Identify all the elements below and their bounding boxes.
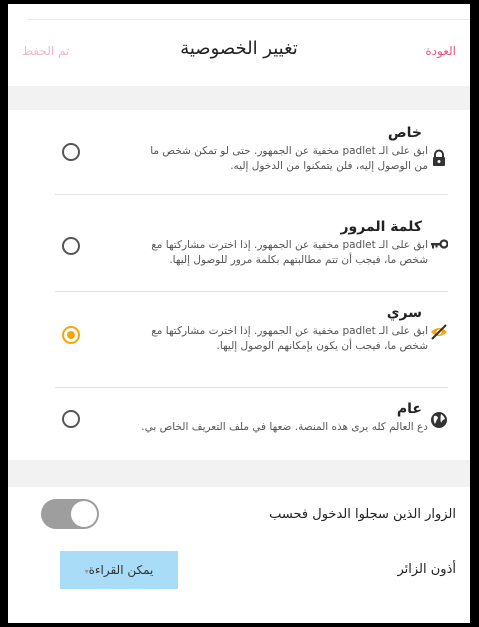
privacy-option-private[interactable]: خاص ابق على الـ padlet مخفية عن الجمهور.… <box>55 124 448 174</box>
radio-password[interactable] <box>62 237 80 255</box>
option-title: سري <box>386 305 422 321</box>
option-description: ابق على الـ padlet مخفية عن الجمهور. إذا… <box>55 324 448 354</box>
globe-icon <box>430 411 448 429</box>
option-description-line: من الوصول إليه، فلن يتمكنوا من الدخول إل… <box>230 160 428 172</box>
option-divider <box>55 387 448 388</box>
privacy-option-password[interactable]: كلمة المرور ابق على الـ padlet مخفية عن … <box>55 218 449 268</box>
dialog-title: تغيير الخصوصية <box>180 38 298 59</box>
option-title: خاص <box>387 125 422 141</box>
option-title: كلمة المرور <box>340 219 422 235</box>
radio-private[interactable] <box>62 143 80 161</box>
option-description-line: ابق على الـ padlet مخفية عن الجمهور. حتى… <box>150 145 428 157</box>
option-description-line: ابق على الـ padlet مخفية عن الجمهور. إذا… <box>151 239 428 251</box>
privacy-option-public[interactable]: عام دع العالم كله يرى هذه المنصة. ضعها ف… <box>55 400 448 435</box>
option-divider <box>55 194 448 195</box>
login-only-toggle[interactable] <box>41 499 99 529</box>
visitor-permissions-value: يمكن القراءة <box>88 563 154 577</box>
section-divider <box>8 460 470 487</box>
option-description-line: ابق على الـ padlet مخفية عن الجمهور. إذا… <box>151 325 428 337</box>
option-divider <box>55 291 448 292</box>
saved-status: تم الحفظ <box>22 44 70 58</box>
option-description-line: شخص ما، فيجب أن يكون بإمكانهم الوصول إلي… <box>216 340 428 352</box>
dialog-header: العودة تغيير الخصوصية تم الحفظ <box>8 20 470 86</box>
radio-secret[interactable] <box>62 326 80 344</box>
key-icon <box>430 235 449 253</box>
eye-off-icon <box>430 323 448 341</box>
section-divider <box>8 86 470 110</box>
toggle-knob <box>71 501 97 527</box>
lock-icon <box>430 149 448 167</box>
option-title: عام <box>396 401 422 417</box>
option-description: ابق على الـ padlet مخفية عن الجمهور. حتى… <box>55 144 448 174</box>
privacy-option-secret[interactable]: سري ابق على الـ padlet مخفية عن الجمهور.… <box>55 304 448 354</box>
radio-public[interactable] <box>62 410 80 428</box>
visitor-permissions-dropdown[interactable]: يمكن القراءة▾ <box>60 551 178 589</box>
option-description-line: دع العالم كله يرى هذه المنصة. ضعها في مل… <box>141 421 428 433</box>
option-description: دع العالم كله يرى هذه المنصة. ضعها في مل… <box>55 420 448 435</box>
login-only-label: الزوار الذين سجلوا الدخول فحسب <box>269 507 456 522</box>
visitor-permissions-label: أذون الزائر <box>397 562 456 577</box>
option-description-line: شخص ما، فيجب أن تتم مطالبتهم بكلمة مرور … <box>169 254 428 266</box>
option-description: ابق على الـ padlet مخفية عن الجمهور. إذا… <box>55 238 448 268</box>
privacy-dialog: العودة تغيير الخصوصية تم الحفظ خاص ابق ع… <box>8 4 470 623</box>
